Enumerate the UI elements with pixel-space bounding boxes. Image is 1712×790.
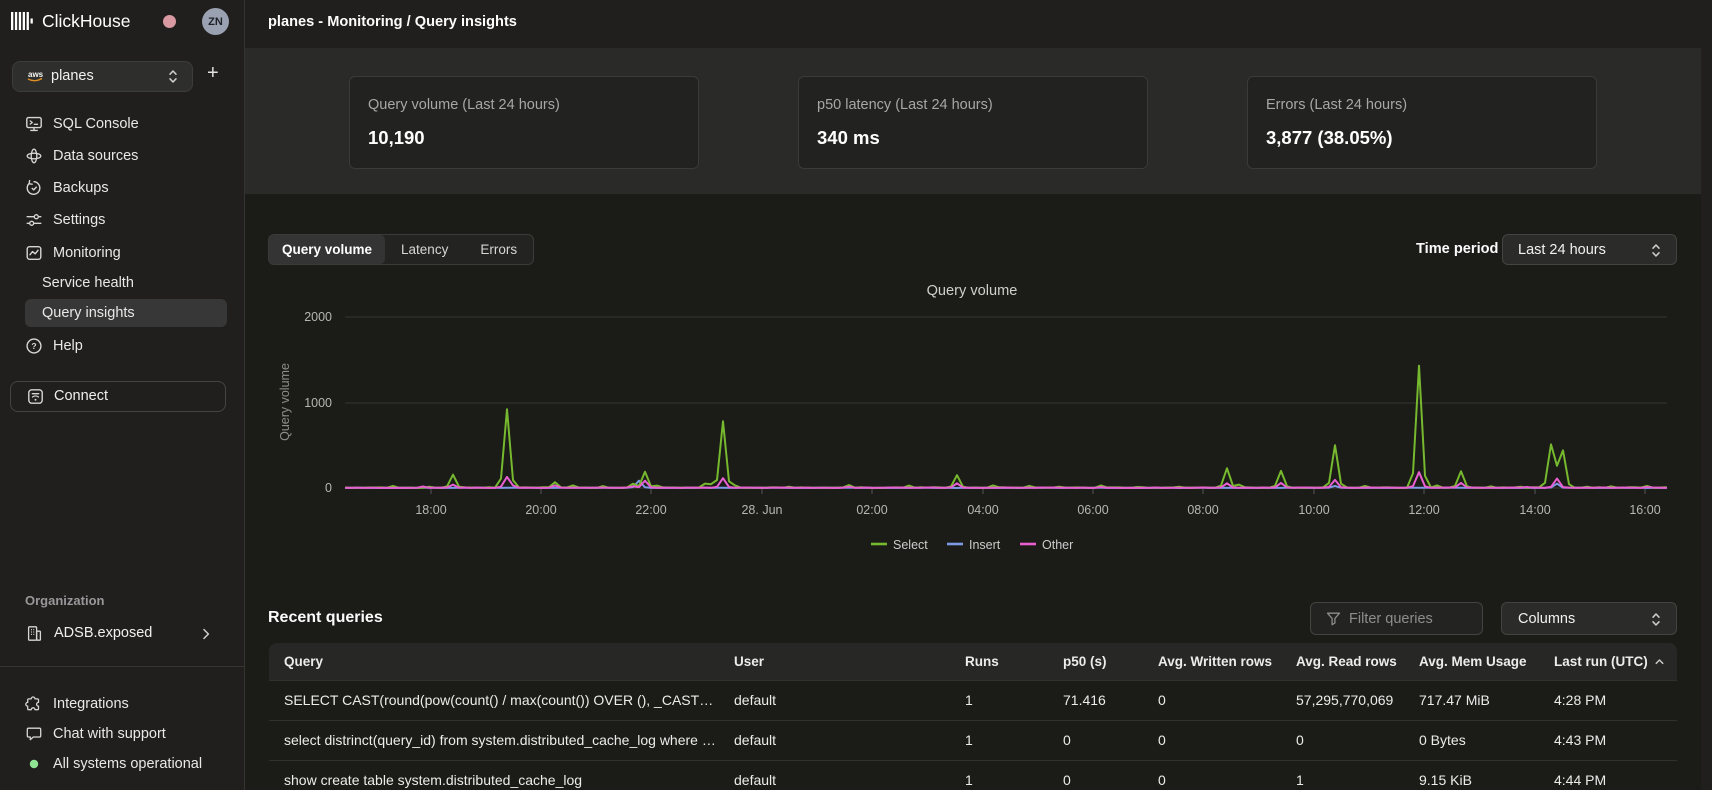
svg-text:Query volume: Query volume: [278, 363, 292, 441]
svg-text:08:00: 08:00: [1187, 503, 1218, 517]
svg-text:Query volume: Query volume: [927, 283, 1018, 299]
svg-text:2000: 2000: [304, 310, 332, 324]
svg-text:02:00: 02:00: [856, 503, 887, 517]
svg-text:22:00: 22:00: [635, 503, 666, 517]
svg-text:Insert: Insert: [969, 538, 1001, 552]
svg-text:20:00: 20:00: [525, 503, 556, 517]
svg-text:aws: aws: [28, 70, 44, 79]
svg-text:10:00: 10:00: [1298, 503, 1329, 517]
svg-text:1000: 1000: [304, 396, 332, 410]
svg-text:Other: Other: [1042, 538, 1073, 552]
svg-text:0: 0: [325, 481, 332, 495]
svg-text:14:00: 14:00: [1519, 503, 1550, 517]
svg-text:28. Jun: 28. Jun: [741, 503, 782, 517]
svg-text:18:00: 18:00: [415, 503, 446, 517]
svg-text:Select: Select: [893, 538, 928, 552]
svg-text:16:00: 16:00: [1629, 503, 1660, 517]
svg-text:04:00: 04:00: [967, 503, 998, 517]
svg-text:06:00: 06:00: [1077, 503, 1108, 517]
svg-text:12:00: 12:00: [1408, 503, 1439, 517]
svg-text:?: ?: [31, 341, 36, 351]
